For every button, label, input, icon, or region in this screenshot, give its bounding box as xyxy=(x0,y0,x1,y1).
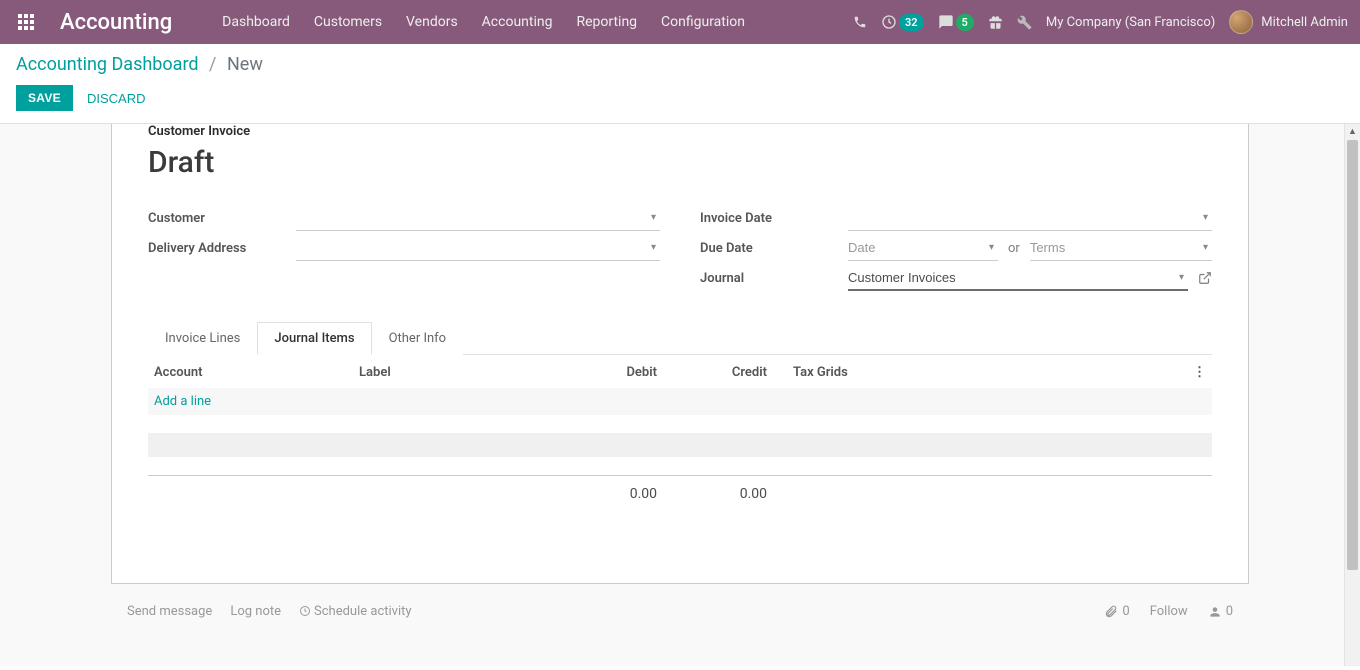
tab-invoice-lines[interactable]: Invoice Lines xyxy=(148,322,257,355)
scrollbar[interactable]: ▲ xyxy=(1344,124,1360,666)
messages-badge: 5 xyxy=(956,14,974,31)
messages-icon[interactable]: 5 xyxy=(938,14,974,31)
th-debit: Debit xyxy=(553,355,663,388)
form-sheet: Customer Invoice Draft Customer ▾ Delive… xyxy=(111,124,1249,584)
chevron-down-icon[interactable]: ▾ xyxy=(985,242,998,253)
chatter: Send message Log note Schedule activity … xyxy=(111,584,1249,639)
form-title: Draft xyxy=(148,145,1212,180)
invoice-date-input[interactable] xyxy=(848,210,1199,225)
schedule-activity-button[interactable]: Schedule activity xyxy=(299,604,412,619)
table-row: Add a line xyxy=(148,388,1212,415)
follow-button[interactable]: Follow xyxy=(1150,604,1188,619)
cp-buttons: SAVE DISCARD xyxy=(16,85,1344,111)
breadcrumb-separator: / xyxy=(209,54,216,75)
customer-label: Customer xyxy=(148,211,296,226)
chevron-down-icon[interactable]: ▾ xyxy=(647,212,660,223)
journal-label: Journal xyxy=(700,271,848,286)
save-button[interactable]: SAVE xyxy=(16,85,73,111)
add-line-link[interactable]: Add a line xyxy=(154,394,211,409)
invoice-date-label: Invoice Date xyxy=(700,211,848,226)
form-right-col: Invoice Date ▾ Due Date ▾ or xyxy=(700,204,1212,294)
breadcrumb-current: New xyxy=(227,54,263,75)
due-date-label: Due Date xyxy=(700,241,848,256)
breadcrumb-parent[interactable]: Accounting Dashboard xyxy=(16,54,199,75)
due-date-field[interactable]: ▾ xyxy=(848,235,998,261)
chevron-down-icon[interactable]: ▾ xyxy=(1199,242,1212,253)
avatar xyxy=(1229,10,1253,34)
log-note-button[interactable]: Log note xyxy=(230,604,281,619)
discard-button[interactable]: DISCARD xyxy=(87,91,146,106)
activities-badge: 32 xyxy=(899,14,924,31)
scroll-thumb[interactable] xyxy=(1347,140,1358,570)
tab-other-info[interactable]: Other Info xyxy=(372,322,464,355)
send-message-button[interactable]: Send message xyxy=(127,604,212,619)
delivery-input[interactable] xyxy=(296,240,647,255)
invoice-date-field[interactable]: ▾ xyxy=(848,205,1212,231)
customer-input[interactable] xyxy=(296,210,647,225)
gift-icon[interactable] xyxy=(988,15,1003,30)
app-brand[interactable]: Accounting xyxy=(60,10,172,35)
username: Mitchell Admin xyxy=(1261,15,1348,30)
th-tax: Tax Grids xyxy=(773,355,1187,388)
total-credit: 0.00 xyxy=(663,475,773,506)
attachments-count[interactable]: 0 xyxy=(1104,604,1129,619)
menu-customers[interactable]: Customers xyxy=(304,8,392,36)
menu-accounting[interactable]: Accounting xyxy=(472,8,563,36)
journal-field[interactable]: ▾ xyxy=(848,265,1188,291)
external-link-icon[interactable] xyxy=(1198,271,1212,285)
terms-input[interactable] xyxy=(1030,240,1199,255)
main-menu: Dashboard Customers Vendors Accounting R… xyxy=(212,8,755,36)
menu-vendors[interactable]: Vendors xyxy=(396,8,468,36)
chevron-down-icon[interactable]: ▾ xyxy=(1175,272,1188,283)
navbar: Accounting Dashboard Customers Vendors A… xyxy=(0,0,1360,44)
terms-field[interactable]: ▾ xyxy=(1030,235,1212,261)
th-account: Account xyxy=(148,355,353,388)
due-or-text: or xyxy=(1008,241,1020,256)
activities-icon[interactable]: 32 xyxy=(881,14,924,31)
form-left-col: Customer ▾ Delivery Address ▾ xyxy=(148,204,660,294)
phone-icon[interactable] xyxy=(853,15,867,29)
due-date-input[interactable] xyxy=(848,240,985,255)
th-credit: Credit xyxy=(663,355,773,388)
journal-input[interactable] xyxy=(848,270,1175,285)
delivery-label: Delivery Address xyxy=(148,241,296,256)
totals-row: 0.00 0.00 xyxy=(148,475,1212,506)
navbar-right: 32 5 My Company (San Francisco) Mitchell… xyxy=(853,10,1348,34)
menu-reporting[interactable]: Reporting xyxy=(566,8,647,36)
customer-field[interactable]: ▾ xyxy=(296,205,660,231)
form-area: Customer Invoice Draft Customer ▾ Delive… xyxy=(0,124,1360,666)
total-debit: 0.00 xyxy=(553,475,663,506)
chevron-down-icon[interactable]: ▾ xyxy=(1199,212,1212,223)
chevron-down-icon[interactable]: ▾ xyxy=(647,242,660,253)
journal-table: Account Label Debit Credit Tax Grids ⋮ A… xyxy=(148,355,1212,506)
menu-configuration[interactable]: Configuration xyxy=(651,8,755,36)
tools-icon[interactable] xyxy=(1017,15,1032,30)
tabs: Invoice Lines Journal Items Other Info xyxy=(148,322,1212,355)
form-type-label: Customer Invoice xyxy=(148,124,1212,139)
menu-dashboard[interactable]: Dashboard xyxy=(212,8,300,36)
tab-journal-items[interactable]: Journal Items xyxy=(257,322,371,355)
scroll-up-arrow[interactable]: ▲ xyxy=(1345,124,1360,140)
kebab-icon[interactable]: ⋮ xyxy=(1187,355,1212,388)
delivery-field[interactable]: ▾ xyxy=(296,235,660,261)
followers-count[interactable]: 0 xyxy=(1208,604,1233,619)
control-panel: Accounting Dashboard / New SAVE DISCARD xyxy=(0,44,1360,124)
user-menu[interactable]: Mitchell Admin xyxy=(1229,10,1348,34)
apps-icon[interactable] xyxy=(12,8,40,36)
company-switcher[interactable]: My Company (San Francisco) xyxy=(1046,15,1215,30)
th-label: Label xyxy=(353,355,553,388)
breadcrumb: Accounting Dashboard / New xyxy=(16,54,1344,75)
